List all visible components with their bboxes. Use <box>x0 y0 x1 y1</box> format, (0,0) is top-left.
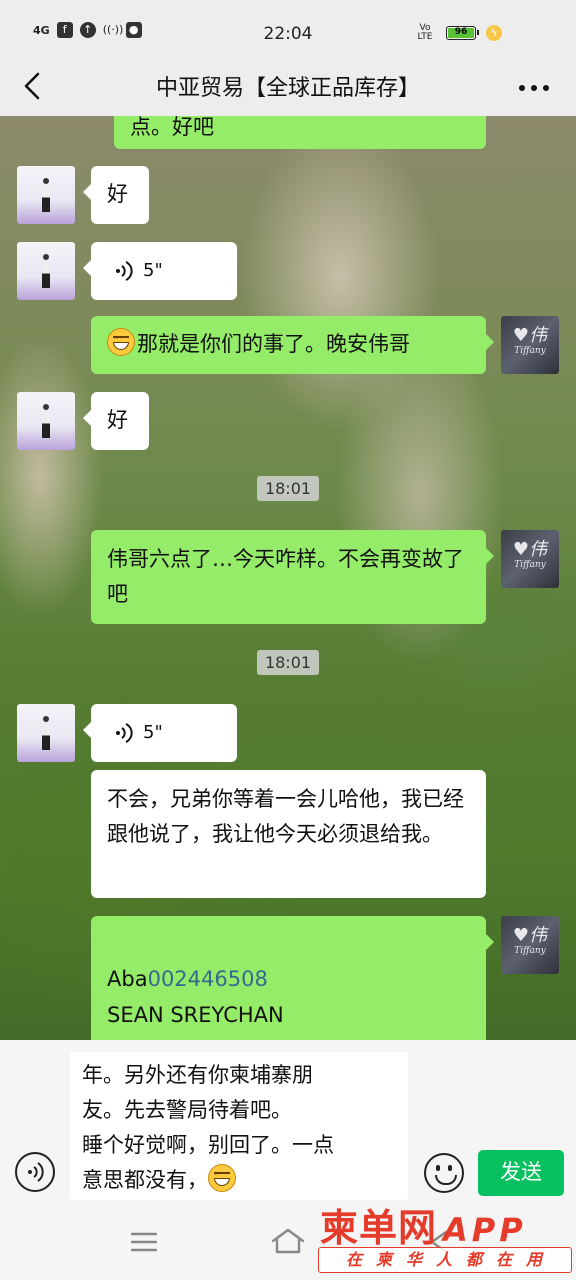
message-bubble-received[interactable]: 好 <box>83 392 149 450</box>
status-icons-right: Vo LTE 96 ϟ <box>414 24 502 42</box>
message-timestamp: 18:01 <box>0 650 576 675</box>
message-text: Aba002446508 <box>107 962 268 997</box>
message-text: 不会，兄弟你等着一会儿哈他，我已经跟他说了，我让他今天必须退给我。 <box>107 787 464 846</box>
message-text: 好 <box>107 182 128 206</box>
more-dots-icon[interactable] <box>514 68 554 104</box>
avatar-contact[interactable] <box>17 704 75 762</box>
watermark-brand-text: 柬单网 <box>320 1206 438 1250</box>
back-arrow-icon[interactable] <box>16 68 52 104</box>
charging-icon: ϟ <box>486 25 502 41</box>
input-line: 睡个好觉啊，别回了。一点 <box>82 1133 334 1157</box>
message-text: 点。好吧 <box>130 116 214 139</box>
send-button[interactable]: 发送 <box>478 1150 564 1196</box>
avatar-self[interactable]: ♥伟 Tiffany <box>501 530 559 588</box>
message-bubble-received[interactable]: 好 <box>83 166 149 224</box>
watermark-slogan: 在柬华人都在用 <box>318 1247 572 1273</box>
status-bar: 4G f ↑ ((·)) ● 22:04 Vo LTE 96 ϟ <box>0 0 576 58</box>
voice-message[interactable]: 5" <box>83 704 237 762</box>
avatar-contact[interactable] <box>17 166 75 224</box>
message-text: 伟哥六点了…今天咋样。不会再变故了吧 <box>107 547 464 606</box>
input-line: 友。先去警局待着吧。 <box>82 1098 292 1122</box>
message-timestamp: 18:01 <box>0 476 576 501</box>
avatar-contact[interactable] <box>17 242 75 300</box>
watermark-app-text: APP <box>443 1211 527 1249</box>
voice-wave-icon <box>116 260 133 281</box>
message-text: 好 <box>107 408 128 432</box>
timestamp-text: 18:01 <box>256 476 320 501</box>
input-line: 意思都没有， <box>82 1163 396 1198</box>
input-line: 年。另外还有你柬埔寨朋 <box>82 1063 313 1087</box>
grin-emoji-icon <box>208 1164 236 1192</box>
avatar-self[interactable]: ♥伟 Tiffany <box>501 316 559 374</box>
message-composer: 年。另外还有你柬埔寨朋 友。先去警局待着吧。 睡个好觉啊，别回了。一点 意思都没… <box>0 1040 576 1205</box>
home-icon[interactable] <box>270 1227 306 1255</box>
emoji-picker-button[interactable] <box>424 1153 464 1193</box>
account-prefix: Aba <box>107 967 148 991</box>
voice-message[interactable]: 5" <box>83 242 237 300</box>
battery-level: 96 <box>448 28 474 38</box>
voice-duration: 5" <box>143 260 163 281</box>
message-bubble-received[interactable]: 不会，兄弟你等着一会儿哈他，我已经跟他说了，我让他今天必须退给我。 <box>91 770 486 898</box>
input-line-text: 意思都没有， <box>82 1168 208 1192</box>
message-text: 那就是你们的事了。晚安伟哥 <box>137 332 410 356</box>
voice-input-button[interactable] <box>15 1152 55 1192</box>
account-name: SEAN SREYCHAN <box>107 1003 284 1027</box>
timestamp-text: 18:01 <box>256 650 320 675</box>
chat-title: 中亚贸易【全球正品库存】 <box>155 76 420 101</box>
message-bubble-sent[interactable]: 那就是你们的事了。晚安伟哥 <box>91 316 494 374</box>
chat-header: 中亚贸易【全球正品库存】 <box>0 58 576 116</box>
message-input[interactable]: 年。另外还有你柬埔寨朋 友。先去警局待着吧。 睡个好觉啊，别回了。一点 意思都没… <box>70 1052 408 1200</box>
watermark-brand: 柬单网 APP <box>320 1197 527 1252</box>
avatar-contact[interactable] <box>17 392 75 450</box>
message-bubble-sent[interactable]: 点。好吧 <box>114 116 486 149</box>
watermark: 柬单网 APP 在柬华人都在用 <box>318 1195 572 1277</box>
message-bubble-sent[interactable]: Aba002446508 SEAN SREYCHAN <box>91 916 494 1040</box>
chat-messages[interactable]: 点。好吧 好 5" 那就是你们的事了。晚安伟哥 ♥伟 Tiffany 好 18:0… <box>0 116 576 1040</box>
volte-indicator: Vo LTE <box>417 23 433 42</box>
message-bubble-sent[interactable]: 伟哥六点了…今天咋样。不会再变故了吧 <box>91 530 494 624</box>
menu-icon[interactable] <box>130 1231 158 1253</box>
voice-duration: 5" <box>143 722 163 743</box>
account-number-link[interactable]: 002446508 <box>148 967 268 991</box>
grin-emoji-icon <box>107 328 135 356</box>
battery-icon: 96 <box>446 26 479 40</box>
avatar-self[interactable]: ♥伟 Tiffany <box>501 916 559 974</box>
voice-wave-icon <box>116 722 133 743</box>
